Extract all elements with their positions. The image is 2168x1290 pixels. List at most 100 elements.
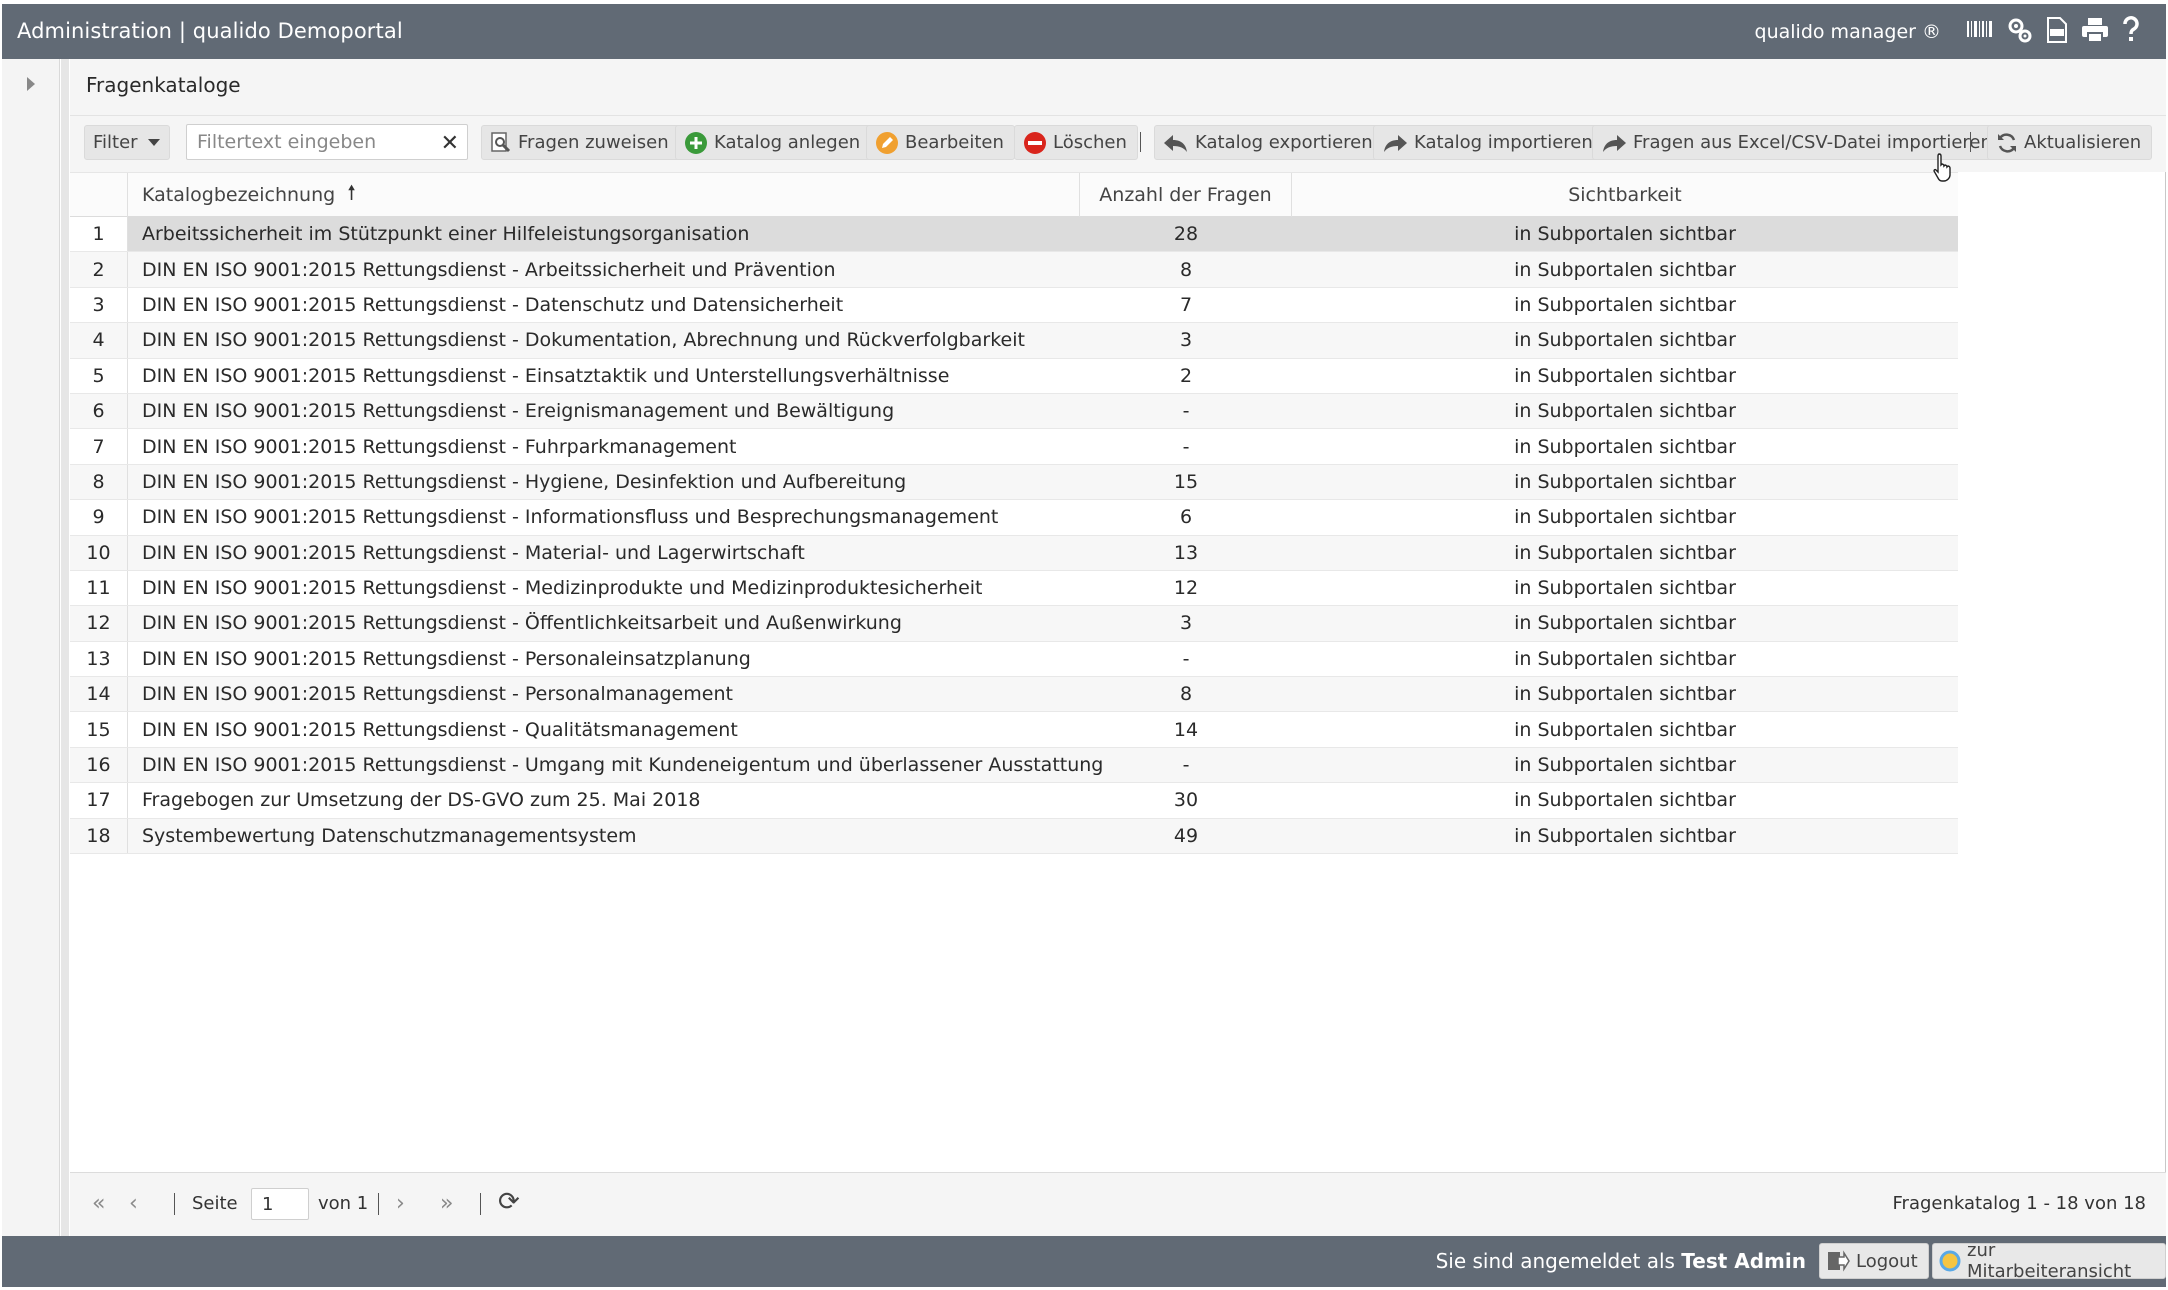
top-bar: Administration | qualido Demoportal qual… — [2, 4, 2166, 59]
question-count-cell: 3 — [1179, 612, 1193, 635]
print-icon[interactable] — [2081, 17, 2109, 43]
barcode-icon[interactable] — [1966, 19, 1994, 41]
pager-separator — [378, 1193, 379, 1215]
page-count-label: von 1 — [318, 1193, 369, 1214]
column-header-name-label: Katalogbezeichnung — [142, 184, 336, 206]
catalog-name-cell: DIN EN ISO 9001:2015 Rettungsdienst - Um… — [142, 754, 1104, 777]
visibility-cell: in Subportalen sichtbar — [1514, 223, 1736, 246]
panel-header: Fragenkataloge — [70, 59, 2166, 116]
table-row[interactable]: 6 DIN EN ISO 9001:2015 Rettungsdienst - E… — [70, 393, 1958, 430]
question-count-cell: - — [1182, 754, 1190, 777]
reload-icon[interactable]: ⟳ — [498, 1187, 520, 1217]
import-catalog-label: Katalog importieren — [1414, 132, 1593, 153]
table-row[interactable]: 13 DIN EN ISO 9001:2015 Rettungsdienst - … — [70, 641, 1958, 678]
table-row[interactable]: 2 DIN EN ISO 9001:2015 Rettungsdienst - A… — [70, 252, 1958, 288]
row-number-cell: 13 — [70, 641, 128, 677]
import-catalog-button[interactable]: Katalog importieren — [1373, 125, 1604, 160]
filter-dropdown[interactable]: Filter — [84, 125, 170, 160]
pager-separator — [174, 1193, 175, 1215]
column-header-visibility[interactable]: Sichtbarkeit — [1292, 173, 1958, 217]
table-row[interactable]: 1 Arbeitssicherheit im Stützpunkt einer H… — [70, 217, 1958, 253]
table-row[interactable]: 11 DIN EN ISO 9001:2015 Rettungsdienst - … — [70, 570, 1958, 607]
toolbar-separator — [1140, 132, 1141, 152]
table-row[interactable]: 5 DIN EN ISO 9001:2015 Rettungsdienst - E… — [70, 358, 1958, 394]
previous-page-icon[interactable]: ‹ — [129, 1191, 138, 1216]
import-excel-label: Fragen aus Excel/CSV-Datei importieren — [1633, 132, 1992, 153]
catalog-name-cell: Fragebogen zur Umsetzung der DS-GVO zum … — [142, 789, 701, 812]
employee-view-button[interactable]: zur Mitarbeiteransicht — [1932, 1240, 2166, 1282]
toolbar: Filter Filtertext eingeben ✕ Fragen zuwe… — [70, 116, 2166, 172]
grid-header: Katalogbezeichnung 🠕 Anzahl der Fragen S… — [70, 172, 1958, 217]
row-number-cell: 12 — [70, 606, 128, 641]
question-count-cell: 12 — [1173, 577, 1199, 600]
filter-placeholder: Filtertext eingeben — [197, 131, 377, 153]
filter-input[interactable]: Filtertext eingeben ✕ — [186, 124, 468, 160]
create-catalog-label: Katalog anlegen — [714, 132, 861, 153]
row-number-cell: 1 — [70, 217, 128, 252]
column-header-name[interactable]: Katalogbezeichnung 🠕 — [128, 173, 1080, 217]
catalog-name-cell: DIN EN ISO 9001:2015 Rettungsdienst - Hy… — [142, 470, 907, 493]
catalog-name-cell: DIN EN ISO 9001:2015 Rettungsdienst - Me… — [142, 577, 983, 600]
delete-button[interactable]: Löschen — [1014, 125, 1138, 160]
chevron-down-icon — [147, 139, 160, 146]
refresh-button[interactable]: Aktualisieren — [1987, 125, 2153, 160]
export-catalog-button[interactable]: Katalog exportieren — [1154, 125, 1384, 160]
visibility-cell: in Subportalen sichtbar — [1514, 683, 1736, 706]
visibility-cell: in Subportalen sichtbar — [1514, 824, 1736, 847]
clear-icon[interactable]: ✕ — [441, 131, 459, 156]
table-row[interactable]: 7 DIN EN ISO 9001:2015 Rettungsdienst - F… — [70, 429, 1958, 465]
question-count-cell: 2 — [1179, 364, 1193, 387]
page-number-input[interactable]: 1 — [251, 1188, 309, 1220]
catalog-name-cell: Arbeitssicherheit im Stützpunkt einer Hi… — [142, 223, 750, 246]
table-row[interactable]: 15 DIN EN ISO 9001:2015 Rettungsdienst - … — [70, 712, 1958, 748]
first-page-icon[interactable]: « — [92, 1191, 105, 1216]
paging-info: Fragenkatalog 1 - 18 von 18 — [1892, 1193, 2147, 1214]
table-row[interactable]: 9 DIN EN ISO 9001:2015 Rettungsdienst - I… — [70, 500, 1958, 536]
table-row[interactable]: 4 DIN EN ISO 9001:2015 Rettungsdienst - D… — [70, 323, 1958, 359]
gears-icon[interactable] — [2007, 17, 2033, 43]
delete-icon — [1023, 131, 1047, 155]
table-row[interactable]: 17 Fragebogen zur Umsetzung der DS-GVO zu… — [70, 783, 1958, 819]
table-row[interactable]: 12 DIN EN ISO 9001:2015 Rettungsdienst - … — [70, 606, 1958, 642]
filter-label: Filter — [93, 132, 138, 153]
visibility-cell: in Subportalen sichtbar — [1514, 364, 1736, 387]
search-document-icon — [490, 131, 512, 154]
table-row[interactable]: 16 DIN EN ISO 9001:2015 Rettungsdienst - … — [70, 747, 1958, 784]
share-arrow-icon — [1382, 133, 1408, 153]
help-icon[interactable] — [2122, 16, 2140, 44]
table-row[interactable]: 10 DIN EN ISO 9001:2015 Rettungsdienst - … — [70, 535, 1958, 571]
last-page-icon[interactable]: » — [440, 1191, 453, 1216]
refresh-icon — [1996, 132, 2018, 154]
table-row[interactable]: 3 DIN EN ISO 9001:2015 Rettungsdienst - D… — [70, 287, 1958, 324]
logout-button[interactable]: Logout — [1819, 1243, 1929, 1279]
sort-ascending-icon: 🠕 — [347, 180, 356, 204]
west-panel-collapsed — [2, 59, 60, 1236]
visibility-cell: in Subportalen sichtbar — [1514, 647, 1736, 670]
question-count-cell: 8 — [1179, 683, 1193, 706]
xls-file-icon[interactable] — [2046, 17, 2068, 43]
catalog-name-cell: DIN EN ISO 9001:2015 Rettungsdienst - In… — [142, 506, 999, 529]
panel-splitter[interactable] — [61, 59, 69, 1236]
top-bar-icons — [1966, 16, 2140, 44]
catalog-name-cell: DIN EN ISO 9001:2015 Rettungsdienst - Ma… — [142, 541, 805, 564]
create-catalog-button[interactable]: Katalog anlegen — [675, 125, 872, 160]
logout-label: Logout — [1856, 1250, 1918, 1272]
edit-button[interactable]: Bearbeiten — [866, 125, 1015, 160]
table-row[interactable]: 8 DIN EN ISO 9001:2015 Rettungsdienst - H… — [70, 464, 1958, 501]
assign-questions-button[interactable]: Fragen zuweisen — [481, 125, 680, 160]
footer-bar: Sie sind angemeldet als Test Admin Logou… — [2, 1236, 2166, 1287]
catalog-name-cell: DIN EN ISO 9001:2015 Rettungsdienst - Ei… — [142, 364, 950, 387]
table-row[interactable]: 18 Systembewertung Datenschutzmanagements… — [70, 818, 1958, 855]
question-count-cell: - — [1182, 435, 1190, 458]
column-header-count[interactable]: Anzahl der Fragen — [1080, 173, 1292, 217]
login-info: Sie sind angemeldet als Test Admin — [1436, 1249, 1806, 1273]
visibility-cell: in Subportalen sichtbar — [1514, 329, 1736, 352]
next-page-icon[interactable]: › — [396, 1191, 405, 1216]
expand-panel-icon[interactable] — [27, 77, 35, 91]
row-number-cell: 18 — [70, 818, 128, 854]
catalog-name-cell: DIN EN ISO 9001:2015 Rettungsdienst - Ar… — [142, 258, 836, 281]
table-row[interactable]: 14 DIN EN ISO 9001:2015 Rettungsdienst - … — [70, 677, 1958, 713]
catalog-name-cell: DIN EN ISO 9001:2015 Rettungsdienst - Fu… — [142, 435, 737, 458]
question-count-cell: 15 — [1173, 470, 1199, 493]
catalog-name-cell: Systembewertung Datenschutzmanagementsys… — [142, 824, 637, 847]
